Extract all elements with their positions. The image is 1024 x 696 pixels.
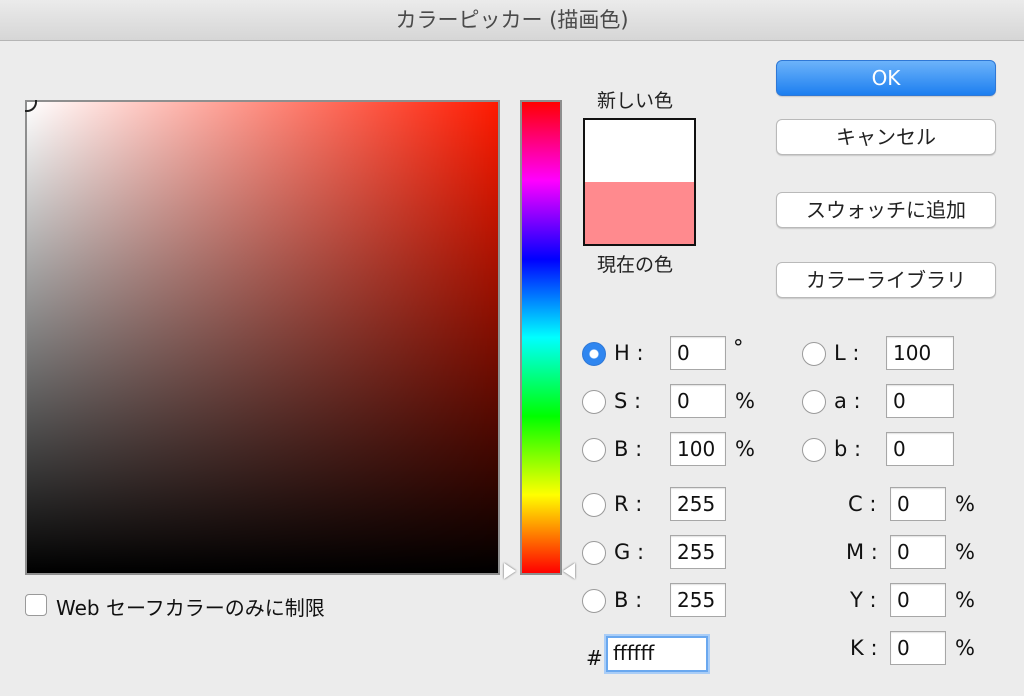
label-c: C : xyxy=(848,492,877,516)
unit-c-percent: % xyxy=(955,492,975,516)
input-k[interactable]: 0 xyxy=(890,631,946,665)
add-to-swatches-button[interactable]: スウォッチに追加 xyxy=(776,192,996,228)
label-lab-b: b : xyxy=(834,437,862,461)
radio-blue[interactable] xyxy=(582,589,606,613)
radio-l[interactable] xyxy=(802,342,826,366)
web-safe-checkbox[interactable] xyxy=(25,594,47,616)
input-g[interactable]: 255 xyxy=(670,535,726,569)
input-y[interactable]: 0 xyxy=(890,583,946,617)
label-brightness: B : xyxy=(614,437,643,461)
radio-lab-b[interactable] xyxy=(802,438,826,462)
hex-input[interactable]: ffffff xyxy=(606,636,708,672)
label-blue: B : xyxy=(614,588,643,612)
input-blue[interactable]: 255 xyxy=(670,583,726,617)
input-lab-b[interactable]: 0 xyxy=(886,432,954,466)
label-k: K : xyxy=(850,636,878,660)
radio-brightness[interactable] xyxy=(582,438,606,462)
new-color-label: 新しい色 xyxy=(597,90,674,112)
radio-g[interactable] xyxy=(582,541,606,565)
input-c[interactable]: 0 xyxy=(890,487,946,521)
input-m[interactable]: 0 xyxy=(890,535,946,569)
window-title: カラーピッカー (描画色) xyxy=(0,0,1024,41)
current-color-label: 現在の色 xyxy=(597,254,674,276)
color-picker-window: カラーピッカー (描画色) 新しい色 現在の色 OK キャンセル スウォッチに追… xyxy=(0,0,1024,696)
ok-button[interactable]: OK xyxy=(776,60,996,96)
color-libraries-button[interactable]: カラーライブラリ xyxy=(776,262,996,298)
radio-s[interactable] xyxy=(582,390,606,414)
radio-r[interactable] xyxy=(582,493,606,517)
hue-slider-right-arrow[interactable] xyxy=(563,563,575,579)
label-h: H : xyxy=(614,341,644,365)
hue-slider[interactable] xyxy=(520,100,562,575)
label-y: Y : xyxy=(850,588,877,612)
input-r[interactable]: 255 xyxy=(670,487,726,521)
unit-degree: ° xyxy=(733,336,744,360)
unit-m-percent: % xyxy=(955,540,975,564)
label-s: S : xyxy=(614,389,642,413)
input-s[interactable]: 0 xyxy=(670,384,726,418)
label-r: R : xyxy=(614,492,643,516)
radio-h[interactable] xyxy=(582,342,606,366)
unit-s-percent: % xyxy=(735,389,755,413)
color-field-cursor[interactable] xyxy=(25,100,37,112)
current-color-swatch[interactable] xyxy=(585,182,694,244)
unit-b-percent: % xyxy=(735,437,755,461)
web-safe-label: Web セーフカラーのみに制限 xyxy=(56,596,325,620)
input-a[interactable]: 0 xyxy=(886,384,954,418)
label-l: L : xyxy=(834,341,860,365)
color-swatch-preview xyxy=(583,118,696,246)
hex-label: # xyxy=(586,646,603,670)
unit-k-percent: % xyxy=(955,636,975,660)
input-brightness[interactable]: 100 xyxy=(670,432,726,466)
label-g: G : xyxy=(614,540,645,564)
label-a: a : xyxy=(834,389,861,413)
unit-y-percent: % xyxy=(955,588,975,612)
input-l[interactable]: 100 xyxy=(886,336,954,370)
label-m: M : xyxy=(846,540,878,564)
new-color-swatch xyxy=(585,120,694,182)
radio-a[interactable] xyxy=(802,390,826,414)
input-h[interactable]: 0 xyxy=(670,336,726,370)
hue-slider-left-arrow[interactable] xyxy=(504,563,516,579)
cancel-button[interactable]: キャンセル xyxy=(776,119,996,155)
color-field[interactable] xyxy=(25,100,500,575)
